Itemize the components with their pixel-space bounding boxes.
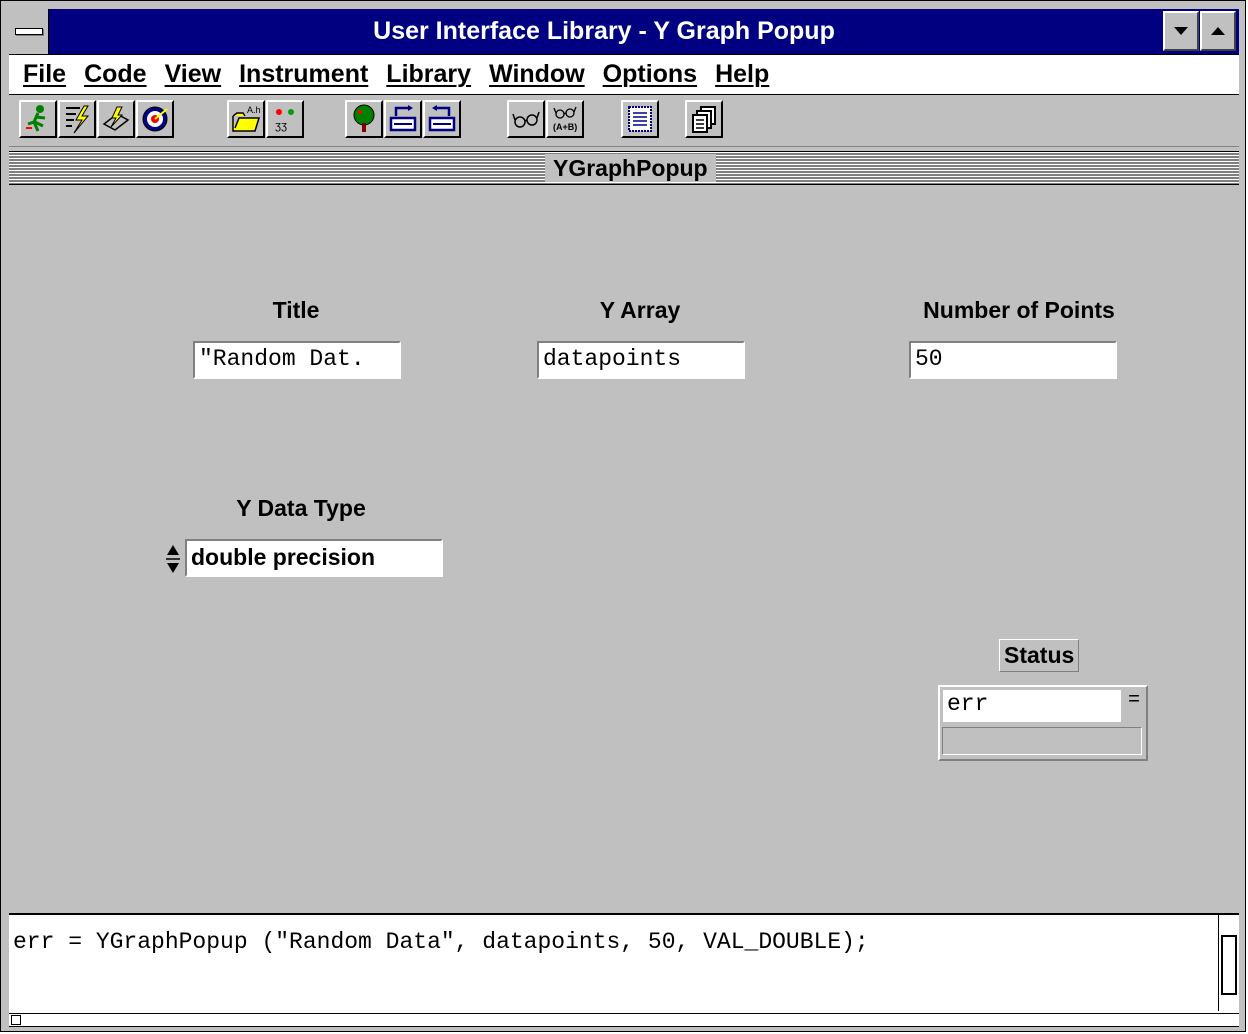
- number-of-points-input[interactable]: 50: [909, 341, 1117, 379]
- insert-function-icon: [389, 105, 417, 132]
- copy-button[interactable]: [685, 100, 723, 138]
- glasses-ab-button[interactable]: (A+B): [546, 100, 584, 138]
- title-input[interactable]: "Random Dat.: [193, 341, 401, 379]
- menu-window[interactable]: Window: [489, 60, 585, 89]
- copy-icon: [692, 106, 716, 133]
- system-menu-button[interactable]: [9, 9, 49, 54]
- menu-help[interactable]: Help: [715, 60, 769, 89]
- glasses-ab-icon: (A+B): [553, 106, 577, 132]
- main-window: User Interface Library - Y Graph Popup F…: [0, 0, 1246, 1032]
- target-icon: [142, 106, 168, 132]
- menu-view[interactable]: View: [165, 60, 222, 89]
- vertical-scroll-thumb[interactable]: [1221, 935, 1237, 995]
- find-icon: ʒʒ: [275, 109, 294, 132]
- svg-text:A.h: A.h: [247, 105, 261, 115]
- glasses-icon: [512, 111, 540, 128]
- set-target-icon: [428, 105, 456, 132]
- panel-icon: [628, 106, 652, 132]
- window-title: User Interface Library - Y Graph Popup: [373, 17, 835, 45]
- title-label: Title: [272, 297, 320, 323]
- y-array-label: Y Array: [599, 297, 681, 323]
- horizontal-scrollbar[interactable]: [9, 1013, 1239, 1027]
- status-readonly-field: [942, 727, 1142, 755]
- horizontal-scroll-thumb[interactable]: [11, 1015, 21, 1025]
- menu-bar: File Code View Instrument Library Window…: [9, 55, 1239, 95]
- lightning-button[interactable]: [58, 100, 96, 138]
- step-icon: [102, 106, 130, 131]
- code-line: err = YGraphPopup ("Random Data", datapo…: [13, 929, 869, 955]
- y-data-type-select[interactable]: double precision: [185, 539, 443, 577]
- title-bar[interactable]: User Interface Library - Y Graph Popup: [9, 9, 1239, 55]
- menu-code[interactable]: Code: [84, 60, 147, 89]
- number-of-points-label: Number of Points: [923, 297, 1115, 323]
- run-icon: [26, 105, 46, 132]
- open-file-button[interactable]: A.h: [227, 100, 265, 138]
- data-type-spinner-icon[interactable]: [164, 542, 182, 576]
- code-preview[interactable]: err = YGraphPopup ("Random Data", datapo…: [9, 913, 1239, 1013]
- panel-name: YGraphPopup: [545, 154, 716, 182]
- run-button[interactable]: [19, 100, 57, 138]
- toolbar: A.h ʒʒ (A+B): [9, 95, 1239, 147]
- lightning-icon: [66, 105, 90, 134]
- status-assign-symbol: =: [1128, 689, 1141, 712]
- vertical-scrollbar[interactable]: [1218, 915, 1239, 1011]
- status-input[interactable]: err: [942, 689, 1122, 723]
- function-panel: Title "Random Dat. Y Array datapoints Nu…: [9, 185, 1239, 913]
- insert-function-button[interactable]: [384, 100, 422, 138]
- find-button[interactable]: ʒʒ: [266, 100, 304, 138]
- set-target-button[interactable]: [423, 100, 461, 138]
- panel-button[interactable]: [621, 100, 659, 138]
- glasses-button[interactable]: [507, 100, 545, 138]
- status-group: err =: [938, 685, 1148, 761]
- svg-text:(A+B): (A+B): [553, 122, 577, 132]
- tree-button[interactable]: [345, 100, 383, 138]
- maximize-icon: [1211, 27, 1225, 35]
- tree-icon: [353, 104, 375, 132]
- minimize-button[interactable]: [1163, 11, 1199, 51]
- menu-file[interactable]: File: [23, 60, 66, 89]
- menu-options[interactable]: Options: [603, 60, 697, 89]
- target-button[interactable]: [136, 100, 174, 138]
- status-label: Status: [999, 639, 1080, 672]
- minimize-icon: [1174, 27, 1188, 35]
- menu-instrument[interactable]: Instrument: [239, 60, 368, 89]
- menu-library[interactable]: Library: [386, 60, 471, 89]
- system-menu-icon: [15, 28, 43, 35]
- step-button[interactable]: [97, 100, 135, 138]
- panel-header: YGraphPopup: [9, 151, 1239, 185]
- open-folder-icon: A.h: [232, 105, 261, 132]
- maximize-button[interactable]: [1200, 11, 1236, 51]
- svg-text:ʒʒ: ʒʒ: [275, 120, 287, 132]
- y-data-type-label: Y Data Type: [236, 495, 366, 521]
- y-array-input[interactable]: datapoints: [537, 341, 745, 379]
